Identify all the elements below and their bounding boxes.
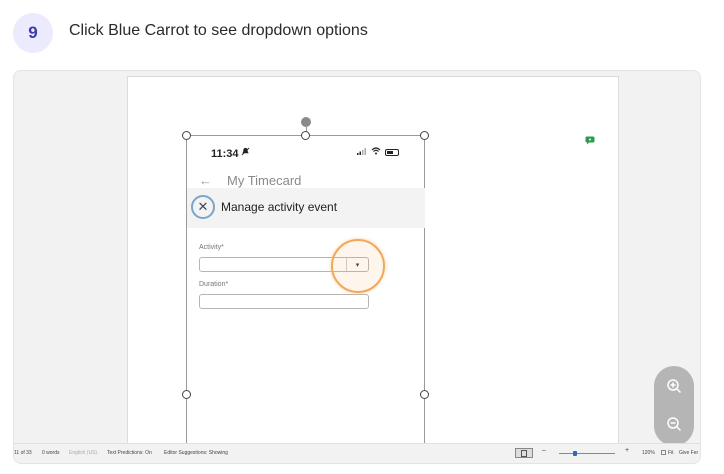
language-status[interactable]: English (US) <box>69 450 97 456</box>
zoom-in-icon <box>667 379 682 394</box>
word-count[interactable]: 0 words <box>42 450 60 456</box>
duration-label: Duration* <box>199 281 229 288</box>
battery-icon <box>385 148 399 156</box>
nav-title: My Timecard <box>227 173 302 188</box>
step-number-badge: 9 <box>13 13 53 53</box>
zoom-slider-thumb[interactable] <box>573 451 577 456</box>
activity-label: Activity* <box>199 244 224 251</box>
fit-icon[interactable] <box>661 450 666 457</box>
page-count[interactable]: 11 of 33 <box>14 450 32 456</box>
give-feedback-link[interactable]: Give Fer <box>679 450 698 456</box>
print-layout-view-button[interactable] <box>515 448 533 458</box>
document-page: 11:34 ← My Timecard ✕ Manage activity ev… <box>127 76 619 452</box>
text-predictions-status[interactable]: Text Predictions: On <box>107 450 152 456</box>
zoom-out-icon <box>667 417 682 432</box>
screenshot-frame: 11:34 ← My Timecard ✕ Manage activity ev… <box>13 70 701 464</box>
comment-icon[interactable] <box>585 136 595 147</box>
phone-time: 11:34 <box>211 148 239 160</box>
zoom-controls <box>654 366 694 446</box>
resize-handle-top-right[interactable] <box>420 131 429 140</box>
back-arrow-icon[interactable]: ← <box>199 173 212 188</box>
resize-handle-middle-right[interactable] <box>420 390 429 399</box>
wifi-icon <box>371 147 381 157</box>
phone-status-icons <box>357 147 399 157</box>
dialog-header: ✕ Manage activity event <box>187 188 425 228</box>
fit-button[interactable]: Fit <box>668 450 674 456</box>
zoom-level[interactable]: 120% <box>642 450 655 456</box>
step-header: 9 Click Blue Carrot to see dropdown opti… <box>0 0 724 66</box>
resize-handle-top-middle[interactable] <box>301 131 310 140</box>
close-button[interactable]: ✕ <box>191 195 215 219</box>
editor-suggestions-status[interactable]: Editor Suggestions: Showing <box>164 450 228 456</box>
signal-icon <box>357 147 367 157</box>
zoom-out-status-button[interactable]: – <box>542 447 546 454</box>
zoom-in-status-button[interactable]: + <box>625 447 629 454</box>
zoom-in-button[interactable] <box>654 366 694 406</box>
bell-muted-icon <box>241 147 250 159</box>
click-highlight-ring <box>331 239 385 293</box>
page-view-icon <box>521 449 527 457</box>
resize-handle-middle-left[interactable] <box>182 390 191 399</box>
zoom-slider[interactable] <box>559 451 615 456</box>
word-status-bar: 11 of 33 0 words English (US) Text Predi… <box>14 443 700 463</box>
step-title: Click Blue Carrot to see dropdown option… <box>69 22 368 39</box>
duration-input[interactable] <box>199 294 369 309</box>
resize-handle-top-left[interactable] <box>182 131 191 140</box>
dialog-title: Manage activity event <box>221 200 338 214</box>
zoom-out-button[interactable] <box>654 404 694 444</box>
